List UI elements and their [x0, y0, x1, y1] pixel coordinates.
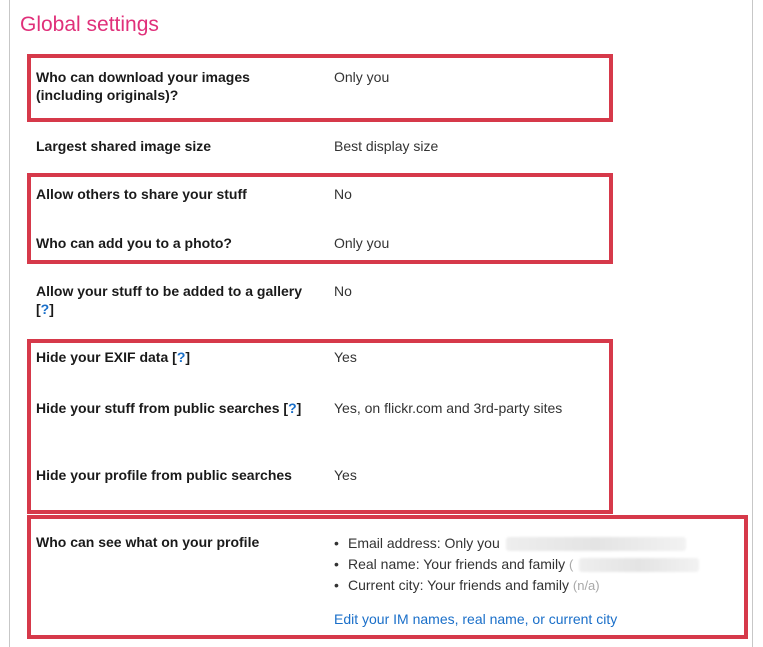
email-visibility: Email address: Only you [348, 535, 500, 551]
setting-label-exif: Hide your EXIF data [?] [36, 349, 191, 365]
search-help-link[interactable]: ? [288, 400, 297, 416]
setting-value-profile-search[interactable]: Yes [334, 466, 357, 484]
setting-label-gallery: Allow your stuff to be added to a galler… [36, 283, 303, 317]
list-item[interactable]: Email address: Only you [334, 533, 699, 554]
exif-help-link[interactable]: ? [177, 349, 186, 365]
list-item[interactable]: Real name: Your friends and family ( [334, 554, 700, 575]
setting-value-gallery[interactable]: No [334, 282, 352, 300]
setting-label-share: Allow others to share your stuff [36, 186, 247, 202]
setting-label-largest-size: Largest shared image size [36, 138, 212, 154]
list-item[interactable]: Current city: Your friends and family (n… [334, 575, 699, 596]
redacted-area [579, 558, 700, 573]
redacted-area [505, 537, 686, 552]
page-title: Global settings [20, 13, 159, 36]
setting-value-public-search[interactable]: Yes, on flickr.com and 3rd-party sites [334, 399, 562, 417]
gallery-help-link[interactable]: ? [41, 301, 50, 317]
setting-value-share[interactable]: No [334, 185, 352, 203]
setting-label-download: Who can download your images (including … [36, 69, 250, 103]
city-visibility: Current city: Your friends and family [348, 577, 569, 593]
setting-value-add-to-photo[interactable]: Only you [334, 234, 389, 252]
profile-visibility-values: Email address: Only you Real name: Your … [334, 533, 700, 628]
profile-visibility-list: Email address: Only you Real name: Your … [334, 533, 700, 596]
edit-profile-info-link[interactable]: Edit your IM names, real name, or curren… [334, 611, 617, 627]
setting-label-profile-visibility: Who can see what on your profile [36, 534, 260, 550]
setting-value-largest-size[interactable]: Best display size [334, 137, 438, 155]
setting-label-public-search-text: Hide your stuff from public searches [36, 400, 280, 416]
city-note: (n/a) [572, 578, 600, 593]
setting-label-gallery-text: Allow your stuff to be added to a galler… [36, 283, 303, 299]
setting-value-exif[interactable]: Yes [334, 348, 357, 366]
realname-note: ( [569, 557, 574, 572]
setting-value-download[interactable]: Only you [334, 68, 389, 86]
setting-label-exif-text: Hide your EXIF data [36, 349, 169, 365]
setting-label-add-to-photo: Who can add you to a photo? [36, 235, 232, 251]
setting-label-profile-search: Hide your profile from public searches [36, 467, 292, 483]
realname-visibility: Real name: Your friends and family [348, 556, 566, 572]
setting-label-public-search: Hide your stuff from public searches [?] [36, 400, 302, 416]
